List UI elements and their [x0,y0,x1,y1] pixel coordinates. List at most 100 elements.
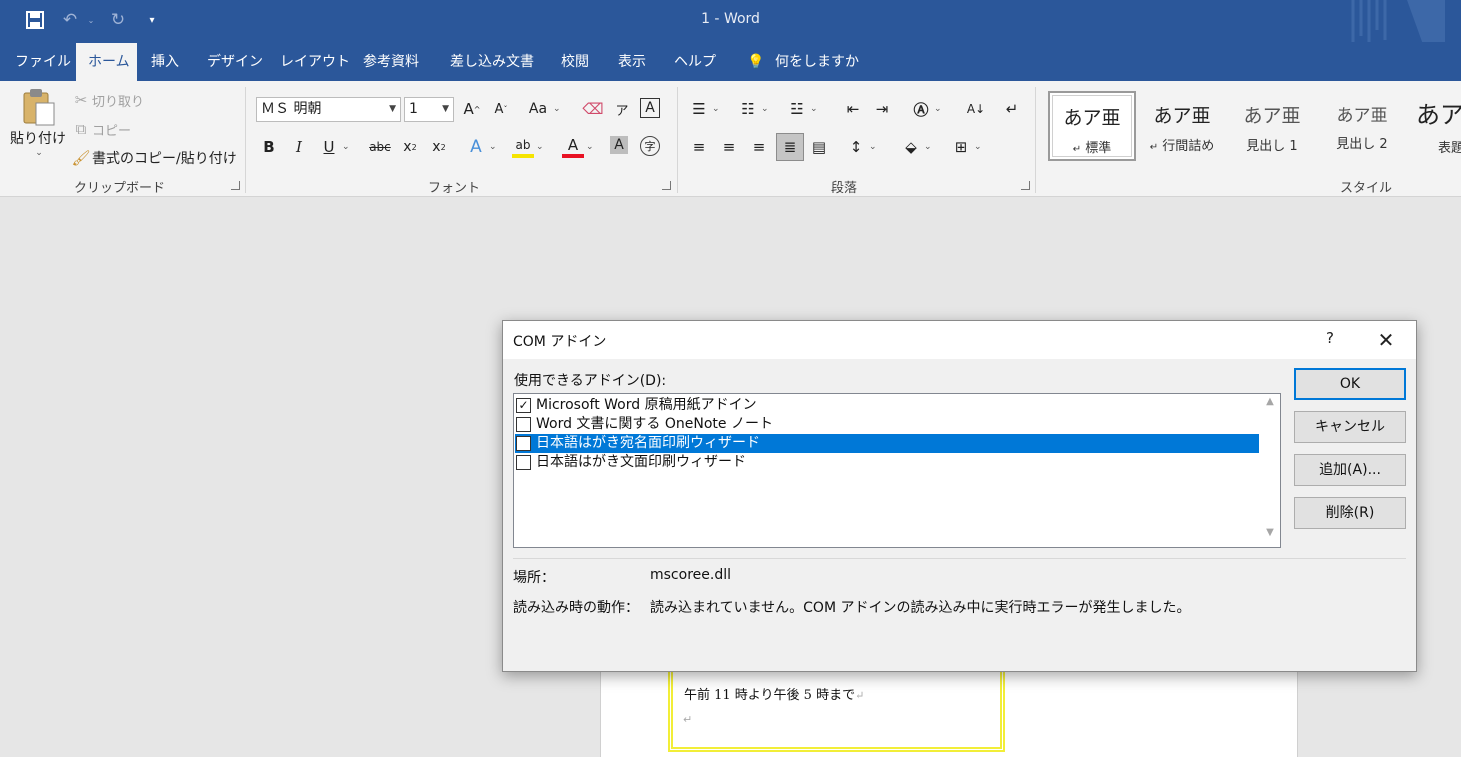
vertical-scrollbar[interactable]: ▲ ▼ [1260,394,1280,547]
document-text: 午前 11 時より午後 5 時まで [684,688,856,703]
strikethrough-icon[interactable]: abc [367,136,393,158]
clear-formatting-icon[interactable]: ⌫ [582,98,604,120]
tab-layout[interactable]: レイアウト [268,43,362,81]
tab-insert[interactable]: 挿入 [139,43,191,81]
font-color-icon[interactable]: A [562,136,584,158]
addin-item-selected[interactable]: 日本語はがき宛名面印刷ウィザード [515,434,1259,453]
ok-button[interactable]: OK [1294,368,1406,400]
checkbox[interactable] [516,455,531,470]
paste-button[interactable]: 貼り付け ⌄ [10,87,66,158]
tab-view[interactable]: 表示 [606,43,658,81]
style-normal[interactable]: あア亜 ↵ 標準 [1048,91,1136,161]
bullets-icon[interactable]: ☰ [688,98,710,120]
clipboard-launcher-icon[interactable] [231,181,240,190]
help-button[interactable]: ? [1320,329,1340,351]
tab-home[interactable]: ホーム [76,43,137,81]
multilevel-list-icon[interactable]: ☳ [786,98,808,120]
style-no-spacing[interactable]: あア亜 ↵ 行間詰め [1138,91,1226,161]
underline-icon[interactable]: U [318,136,340,158]
font-color-dropdown-icon[interactable]: ⌄ [586,142,594,152]
justify-icon[interactable]: ≣ [776,133,804,161]
sort-icon[interactable]: A↓ [965,98,987,120]
bold-icon[interactable]: B [258,136,280,158]
character-border-icon[interactable]: A [640,98,660,118]
highlight-icon[interactable]: ab [512,136,534,158]
increase-indent-icon[interactable]: ⇥ [871,98,893,120]
checkbox-checked[interactable]: ✓ [516,398,531,413]
highlight-dropdown-icon[interactable]: ⌄ [536,142,544,152]
change-case-icon[interactable]: Aa [525,98,551,120]
style-heading-1[interactable]: あア亜 見出し 1 [1228,91,1316,161]
styles-group-label: スタイル [1340,181,1393,196]
style-name: 見出し 2 [1336,137,1388,152]
close-button[interactable]: ✕ [1371,327,1401,353]
remove-button[interactable]: 削除(R) [1294,497,1406,529]
shrink-font-icon[interactable]: Aˇ [490,98,512,120]
paragraph-launcher-icon[interactable] [1021,181,1030,190]
cancel-button[interactable]: キャンセル [1294,411,1406,443]
addin-item[interactable]: Word 文書に関する OneNote ノート [515,415,1259,434]
distributed-icon[interactable]: ▤ [808,136,830,158]
line-spacing-dropdown-icon[interactable]: ⌄ [869,142,877,152]
align-right-icon[interactable]: ≡ [748,136,770,158]
style-name: 表題 [1438,141,1461,156]
font-size-combo[interactable]: 1 ▼ [404,97,454,122]
add-button[interactable]: 追加(A)... [1294,454,1406,486]
borders-dropdown-icon[interactable]: ⌄ [974,142,982,152]
multilevel-dropdown-icon[interactable]: ⌄ [810,104,818,114]
shading-icon[interactable]: ⬙ [900,136,922,158]
align-left-icon[interactable]: ≡ [688,136,710,158]
addin-item[interactable]: ✓ Microsoft Word 原稿用紙アドイン [515,396,1259,415]
numbering-dropdown-icon[interactable]: ⌄ [761,104,769,114]
checkbox[interactable] [516,436,531,451]
font-name-combo[interactable]: ＭＳ 明朝 ▼ [256,97,401,122]
tab-design[interactable]: デザイン [195,43,275,81]
superscript-icon[interactable]: x2 [428,136,450,158]
style-title[interactable]: あア 表題 [1408,91,1461,161]
copy-button[interactable]: ⧉ コピー [70,118,131,140]
paragraph-mark: ↵ [683,713,693,726]
addin-item[interactable]: 日本語はがき文面印刷ウィザード [515,453,1259,472]
checkbox[interactable] [516,417,531,432]
borders-icon[interactable]: ⊞ [950,136,972,158]
scroll-up-icon[interactable]: ▲ [1260,396,1280,414]
decrease-indent-icon[interactable]: ⇤ [842,98,864,120]
bullets-dropdown-icon[interactable]: ⌄ [712,104,720,114]
tab-file[interactable]: ファイル [3,43,83,81]
cut-button[interactable]: ✂ 切り取り [70,89,144,111]
line-spacing-icon[interactable]: ↕ [845,136,867,158]
italic-icon[interactable]: I [288,136,310,158]
underline-dropdown-icon[interactable]: ⌄ [342,142,350,152]
text-box[interactable] [668,660,1005,752]
shading-dropdown-icon[interactable]: ⌄ [924,142,932,152]
text-direction-dropdown-icon[interactable]: ⌄ [934,104,942,114]
text-direction-icon[interactable]: Ⓐ [910,98,932,120]
tab-mailings[interactable]: 差し込み文書 [438,43,546,81]
group-divider [1035,87,1036,193]
change-case-dropdown-icon[interactable]: ⌄ [553,104,561,114]
tab-help[interactable]: ヘルプ [662,43,728,81]
tab-references[interactable]: 参考資料 [351,43,431,81]
format-painter-button[interactable]: 🖌 書式のコピー/貼り付け [70,147,236,169]
font-launcher-icon[interactable] [662,181,671,190]
ribbon: 貼り付け ⌄ ✂ 切り取り ⧉ コピー 🖌 書式のコピー/貼り付け クリップボー… [0,81,1461,197]
numbering-icon[interactable]: ☷ [737,98,759,120]
copy-label: コピー [92,123,132,139]
grow-font-icon[interactable]: A ^ [461,98,483,120]
enclosed-character-icon[interactable]: 字 [640,136,660,156]
text-effects-dropdown-icon[interactable]: ⌄ [489,142,497,152]
subscript-icon[interactable]: x2 [399,136,421,158]
scroll-down-icon[interactable]: ▼ [1260,527,1280,545]
style-sample: あア亜 [1153,105,1211,127]
addins-list[interactable]: ✓ Microsoft Word 原稿用紙アドイン Word 文書に関する On… [513,393,1281,548]
location-value: mscoree.dll [650,567,731,583]
align-center-icon[interactable]: ≡ [718,136,740,158]
tell-me-box[interactable]: 💡 何をしますか [735,43,871,81]
group-divider [245,87,246,193]
show-marks-icon[interactable]: ↵ [1001,98,1023,120]
tab-review[interactable]: 校閲 [549,43,601,81]
character-shading-icon[interactable]: A [610,136,628,154]
phonetic-guide-icon[interactable]: ア [611,98,633,120]
text-effects-icon[interactable]: A [465,136,487,158]
style-heading-2[interactable]: あア亜 見出し 2 [1318,91,1406,161]
